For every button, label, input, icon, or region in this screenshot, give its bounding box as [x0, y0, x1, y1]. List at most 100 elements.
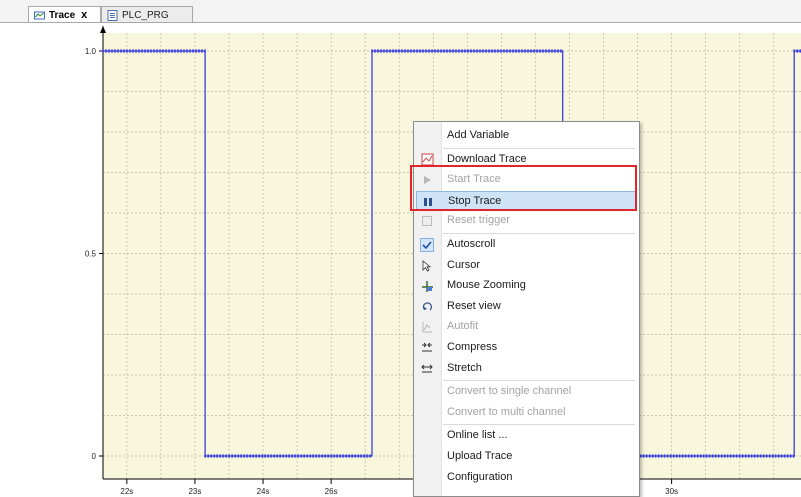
- sample-point: [527, 49, 529, 53]
- sample-point: [717, 454, 720, 458]
- menu-item-compress[interactable]: Compress: [416, 338, 637, 358]
- menu-separator: [443, 233, 635, 234]
- sample-point: [348, 454, 350, 458]
- sample-point: [279, 454, 281, 458]
- sample-point: [777, 454, 780, 458]
- program-icon: [107, 9, 118, 21]
- sample-point: [318, 454, 320, 458]
- sample-point: [648, 454, 651, 458]
- sample-point: [255, 454, 257, 458]
- menu-item-mouse-zooming[interactable]: Mouse Zooming: [416, 276, 637, 296]
- sample-point: [711, 454, 714, 458]
- sample-point: [645, 454, 648, 458]
- sample-point: [690, 454, 693, 458]
- sample-point: [222, 454, 224, 458]
- sample-point: [702, 454, 705, 458]
- sample-point: [744, 454, 747, 458]
- sample-point: [345, 454, 347, 458]
- menu-item-label: Upload Trace: [447, 450, 513, 462]
- close-icon[interactable]: x: [81, 9, 87, 21]
- menu-item-autofit[interactable]: Autofit: [416, 317, 637, 337]
- sample-point: [342, 454, 344, 458]
- sample-point: [189, 49, 191, 53]
- sample-point: [354, 454, 356, 458]
- menu-item-reset-trigger[interactable]: Reset trigger: [416, 211, 637, 231]
- menu-item-add-variable[interactable]: Add Variable: [416, 126, 637, 146]
- sample-point: [539, 49, 541, 53]
- sample-point: [434, 49, 436, 53]
- sample-point: [333, 454, 335, 458]
- sample-point: [518, 49, 520, 53]
- tab-trace[interactable]: Trace x: [28, 6, 101, 23]
- sample-point: [762, 454, 765, 458]
- trace-chart[interactable]: 00.51.0 22s23s24s26s29s30s: [0, 23, 801, 497]
- sample-point: [533, 49, 535, 53]
- sample-point: [560, 49, 562, 53]
- menu-item-label: Autofit: [447, 320, 479, 333]
- sample-point: [398, 49, 400, 53]
- sample-point: [105, 49, 107, 53]
- sample-point: [672, 454, 675, 458]
- sample-point: [419, 49, 421, 53]
- menu-item-label: Convert to multi channel: [447, 405, 566, 418]
- menu-item-autoscroll[interactable]: Autoscroll: [416, 235, 637, 255]
- sample-point: [545, 49, 547, 53]
- menu-separator: [443, 147, 635, 149]
- sample-point: [735, 454, 738, 458]
- sample-point: [249, 454, 251, 458]
- sample-point: [177, 49, 179, 53]
- menu-item-reset-view[interactable]: Reset view: [416, 297, 637, 317]
- menu-item-label: Mouse Zooming: [447, 279, 526, 292]
- sample-point: [309, 454, 311, 458]
- tab-plc-prg[interactable]: PLC_PRG: [101, 6, 193, 23]
- sample-point: [267, 454, 269, 458]
- sample-point: [180, 49, 182, 53]
- sample-point: [488, 49, 490, 53]
- sample-point: [678, 454, 681, 458]
- sample-point: [416, 49, 418, 53]
- sample-point: [521, 49, 523, 53]
- sample-point: [660, 454, 663, 458]
- sample-point: [753, 454, 756, 458]
- sample-point: [371, 49, 373, 53]
- menu-item-cursor[interactable]: Cursor: [416, 256, 637, 276]
- menu-item-label: Convert to single channel: [447, 385, 572, 398]
- sample-point: [252, 454, 254, 458]
- sample-point: [404, 49, 406, 53]
- sample-point: [738, 454, 741, 458]
- sample-point: [503, 49, 505, 53]
- check-icon: [420, 238, 434, 252]
- sample-point: [663, 454, 666, 458]
- sample-point: [654, 454, 657, 458]
- menu-item-configuration[interactable]: Configuration: [416, 468, 637, 488]
- sample-point: [312, 454, 314, 458]
- sample-point: [771, 454, 774, 458]
- menu-item-convert-to-single-channel[interactable]: Convert to single channel: [416, 382, 637, 402]
- sample-point: [183, 49, 185, 53]
- highlight-annotation-box: [410, 165, 637, 211]
- sample-point: [687, 454, 690, 458]
- sample-point: [174, 49, 176, 53]
- sample-point: [774, 454, 777, 458]
- sample-point: [410, 49, 412, 53]
- menu-item-upload-trace[interactable]: Upload Trace: [416, 447, 637, 467]
- sample-point: [294, 454, 296, 458]
- sample-point: [380, 49, 382, 53]
- menu-item-label: Stretch: [447, 361, 482, 374]
- menu-item-online-list[interactable]: Online list ...: [416, 426, 637, 446]
- x-tick-label: 24s: [257, 487, 270, 496]
- sample-point: [494, 49, 496, 53]
- menu-item-label: Cursor: [447, 258, 481, 271]
- sample-point: [732, 454, 735, 458]
- menu-item-stretch[interactable]: Stretch: [416, 359, 637, 379]
- sample-point: [108, 49, 110, 53]
- sample-point: [792, 454, 795, 458]
- sample-point: [470, 49, 472, 53]
- tab-trace-label: Trace: [49, 9, 76, 21]
- sample-point: [288, 454, 290, 458]
- menu-item-label: Reset view: [447, 299, 501, 312]
- menu-item-convert-to-multi-channel[interactable]: Convert to multi channel: [416, 403, 637, 423]
- sample-point: [351, 454, 353, 458]
- sample-point: [440, 49, 442, 53]
- tab-plc-prg-label: PLC_PRG: [122, 9, 169, 21]
